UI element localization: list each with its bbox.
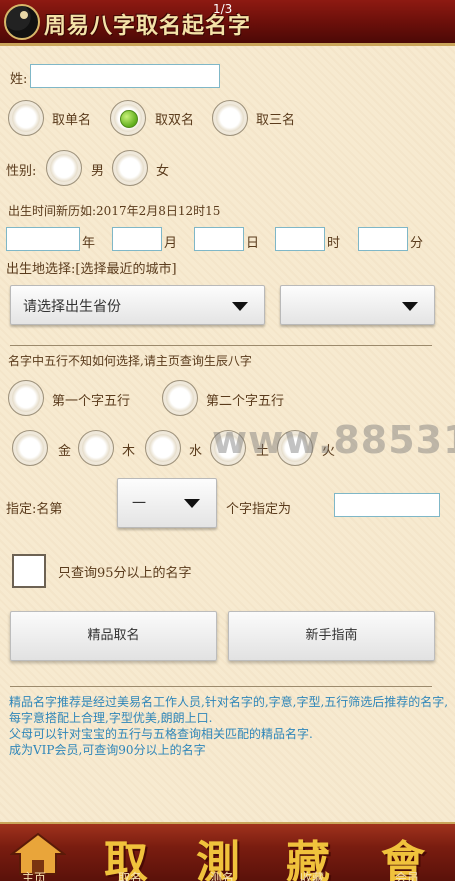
specify-label: 指定:名第	[6, 502, 63, 517]
month-input[interactable]	[112, 227, 162, 251]
section-divider	[10, 345, 432, 346]
nav-member-label: 会员	[395, 871, 420, 881]
nav-naming[interactable]: 取 取名	[100, 824, 170, 881]
radio-female[interactable]	[112, 150, 148, 186]
nav-home-label: 主页	[22, 871, 47, 881]
year-input[interactable]	[6, 227, 80, 251]
radio-element-water[interactable]	[145, 430, 181, 466]
info-divider	[10, 686, 432, 687]
radio-single-name[interactable]	[8, 100, 44, 136]
chevron-down-icon	[402, 302, 418, 311]
double-name-label: 取双名	[155, 113, 195, 128]
day-unit: 日	[246, 236, 260, 251]
bottom-nav: 主页 取 取名 測 测名 藏 收藏 會 会员	[0, 822, 455, 881]
specify-position-text: 一	[132, 496, 146, 512]
nav-member[interactable]: 會 会员	[375, 824, 445, 881]
radio-first-char-element[interactable]	[8, 380, 44, 416]
day-input[interactable]	[194, 227, 244, 251]
element-water-label: 水	[189, 444, 203, 459]
birthplace-label: 出生地选择:[选择最近的城市]	[6, 262, 177, 277]
radio-second-char-element[interactable]	[162, 380, 198, 416]
radio-element-wood[interactable]	[78, 430, 114, 466]
page-indicator: 1/3	[213, 2, 233, 16]
city-dropdown[interactable]	[280, 285, 435, 325]
beginner-guide-button[interactable]: 新手指南	[228, 611, 435, 661]
triple-name-label: 取三名	[256, 113, 296, 128]
five-elements-hint: 名字中五行不知如何选择,请主页查询生辰八字	[8, 354, 252, 368]
month-unit: 月	[164, 236, 178, 251]
specify-char-input[interactable]	[334, 493, 440, 517]
year-unit: 年	[82, 236, 96, 251]
app-page: 周易八字取名起名字 1/3 姓: 取单名 取双名 取三名 性别: 男 女 出生时…	[0, 0, 455, 881]
element-wood-label: 木	[122, 444, 136, 459]
site-watermark: www.88531.cn	[212, 418, 455, 462]
hour-unit: 时	[327, 236, 341, 251]
info-line-1: 精品名字推荐是经过美易名工作人员,针对名字的,字意,字型,五行筛选后推荐的名字,…	[9, 695, 449, 725]
surname-input[interactable]	[30, 64, 220, 88]
gender-label: 性别:	[6, 164, 37, 179]
app-header: 周易八字取名起名字 1/3	[0, 0, 455, 46]
radio-triple-name[interactable]	[212, 100, 248, 136]
minute-unit: 分	[410, 236, 424, 251]
minute-input[interactable]	[358, 227, 408, 251]
nav-test[interactable]: 測 测名	[190, 824, 260, 881]
second-char-element-label: 第二个字五行	[206, 394, 285, 409]
nav-home[interactable]: 主页	[0, 824, 80, 881]
only95-checkbox[interactable]	[12, 554, 46, 588]
element-metal-label: 金	[58, 444, 72, 459]
nav-favorites-label: 收藏	[300, 871, 325, 881]
female-label: 女	[156, 164, 170, 179]
info-line-2: 父母可以针对宝宝的五行与五格查询相关匹配的精品名字.	[9, 727, 313, 741]
radio-male[interactable]	[46, 150, 82, 186]
specify-suffix-label: 个字指定为	[226, 502, 292, 517]
hour-input[interactable]	[275, 227, 325, 251]
premium-naming-button[interactable]: 精品取名	[10, 611, 217, 661]
specify-position-dropdown[interactable]: 一	[117, 478, 217, 528]
only95-label: 只查询95分以上的名字	[58, 566, 192, 581]
birth-time-hint: 出生时间新历如:2017年2月8日12时15	[8, 204, 221, 218]
province-dropdown[interactable]: 请选择出生省份	[10, 285, 265, 325]
info-text: 精品名字推荐是经过美易名工作人员,针对名字的,字意,字型,五行筛选后推荐的名字,…	[9, 694, 449, 758]
first-char-element-label: 第一个字五行	[52, 394, 131, 409]
province-dropdown-text: 请选择出生省份	[23, 299, 121, 315]
chevron-down-icon	[232, 302, 248, 311]
nav-test-label: 测名	[210, 871, 235, 881]
nav-naming-label: 取名	[118, 871, 143, 881]
yin-yang-logo-icon	[4, 4, 40, 40]
chevron-down-icon	[184, 499, 200, 508]
info-line-3: 成为VIP会员,可查询90分以上的名字	[9, 743, 206, 757]
male-label: 男	[91, 164, 105, 179]
single-name-label: 取单名	[52, 113, 92, 128]
nav-favorites[interactable]: 藏 收藏	[280, 824, 350, 881]
surname-label: 姓:	[10, 72, 28, 87]
radio-double-name[interactable]	[110, 100, 146, 136]
radio-element-metal[interactable]	[12, 430, 48, 466]
